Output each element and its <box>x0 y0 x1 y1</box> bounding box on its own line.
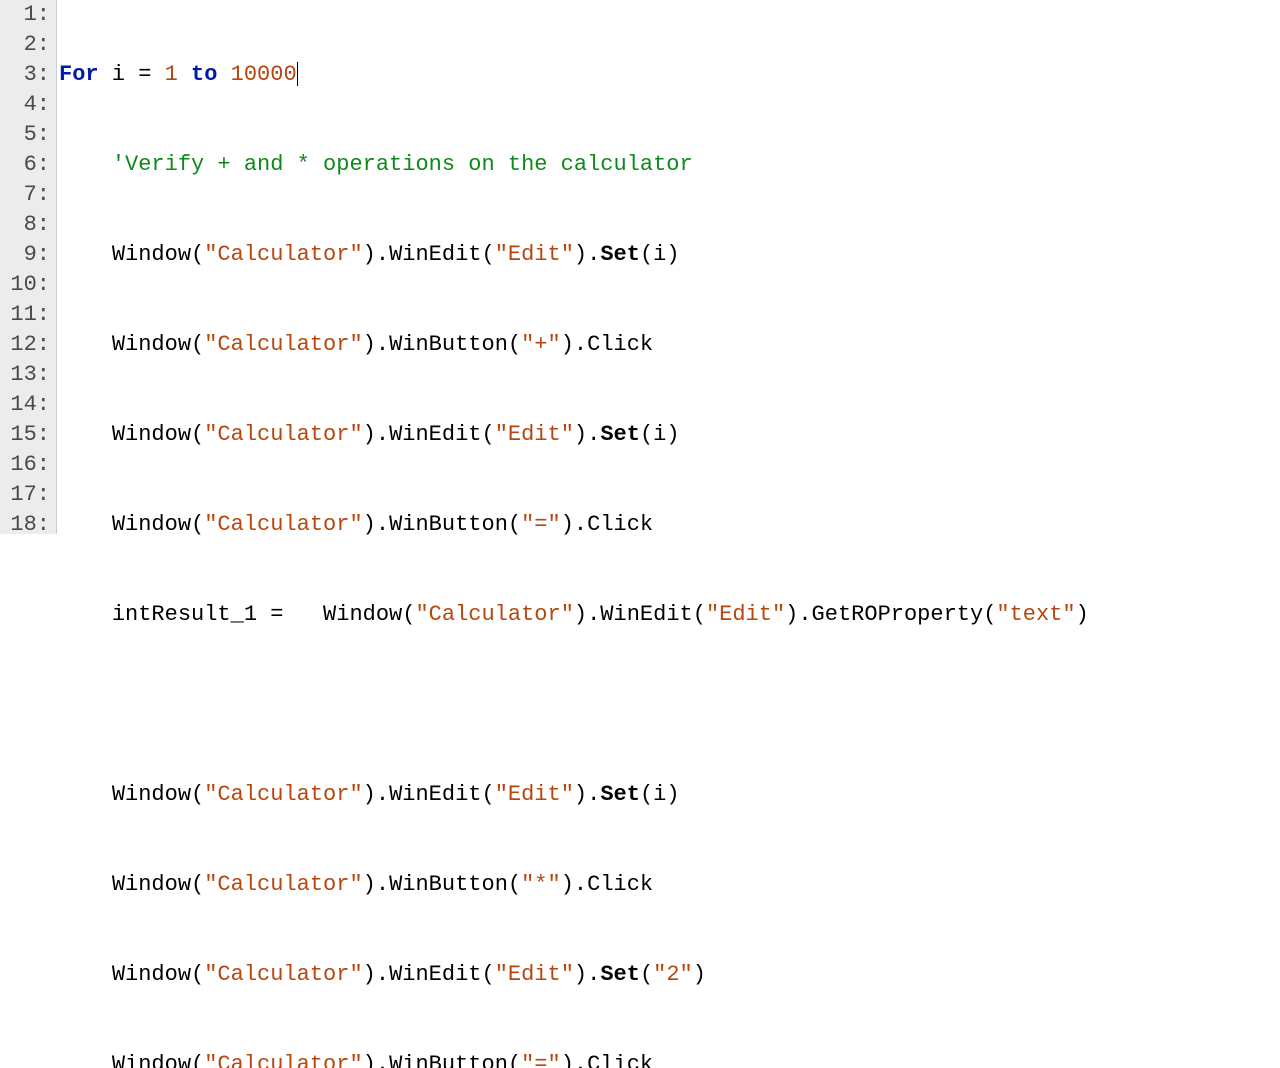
string-literal: "Calculator" <box>204 512 362 537</box>
string-literal: "Edit" <box>495 782 574 807</box>
method-name: Set <box>600 242 640 267</box>
code-text <box>178 62 191 87</box>
string-literal: "Calculator" <box>204 422 362 447</box>
line-number: 2: <box>2 30 50 60</box>
code-text: ).WinEdit( <box>363 962 495 987</box>
code-text: ).Click <box>561 512 653 537</box>
code-text: ).Click <box>561 872 653 897</box>
string-literal: "Calculator" <box>204 872 362 897</box>
code-text: ).WinButton( <box>363 512 521 537</box>
code-text: ).GetROProperty( <box>785 602 996 627</box>
string-literal: "Calculator" <box>204 962 362 987</box>
string-literal: "Calculator" <box>204 1052 362 1068</box>
code-line[interactable]: Window("Calculator").WinButton("=").Clic… <box>59 510 1247 540</box>
code-text: ). <box>574 242 600 267</box>
code-text: i = <box>99 62 165 87</box>
line-number: 3: <box>2 60 50 90</box>
code-line[interactable]: For i = 1 to 10000 <box>59 60 1247 90</box>
line-number: 14: <box>2 390 50 420</box>
string-literal: "Calculator" <box>204 242 362 267</box>
code-text: ).WinButton( <box>363 1052 521 1068</box>
string-literal: "Edit" <box>495 962 574 987</box>
line-number: 9: <box>2 240 50 270</box>
line-number: 10: <box>2 270 50 300</box>
code-text: ). <box>574 422 600 447</box>
code-text: ) <box>1076 602 1089 627</box>
code-text: (i) <box>640 242 680 267</box>
code-text: intResult_1 = Window( <box>112 602 416 627</box>
code-text: ).WinEdit( <box>363 242 495 267</box>
code-line[interactable]: Window("Calculator").WinEdit("Edit").Set… <box>59 780 1247 810</box>
line-number: 8: <box>2 210 50 240</box>
line-number: 17: <box>2 480 50 510</box>
line-number: 5: <box>2 120 50 150</box>
code-area[interactable]: For i = 1 to 10000 'Verify + and * opera… <box>57 0 1247 534</box>
code-line[interactable]: Window("Calculator").WinButton("*").Clic… <box>59 870 1247 900</box>
code-text: ).WinButton( <box>363 872 521 897</box>
string-literal: "=" <box>521 1052 561 1068</box>
line-number: 18: <box>2 510 50 540</box>
code-text: ).WinButton( <box>363 332 521 357</box>
code-line[interactable]: 'Verify + and * operations on the calcul… <box>59 150 1247 180</box>
code-text: ).Click <box>561 1052 653 1068</box>
line-number: 7: <box>2 180 50 210</box>
method-name: Set <box>600 962 640 987</box>
method-name: Set <box>600 422 640 447</box>
string-literal: "Calculator" <box>204 332 362 357</box>
code-line[interactable]: Window("Calculator").WinEdit("Edit").Set… <box>59 960 1247 990</box>
code-text: Window( <box>112 422 204 447</box>
code-text: Window( <box>112 512 204 537</box>
code-text: ( <box>640 962 653 987</box>
code-line[interactable]: Window("Calculator").WinEdit("Edit").Set… <box>59 240 1247 270</box>
string-literal: "Edit" <box>495 422 574 447</box>
line-number: 4: <box>2 90 50 120</box>
code-text: Window( <box>112 782 204 807</box>
code-line[interactable]: Window("Calculator").WinButton("+").Clic… <box>59 330 1247 360</box>
code-text: ). <box>574 782 600 807</box>
method-name: Set <box>600 782 640 807</box>
keyword: to <box>191 62 217 87</box>
line-number: 16: <box>2 450 50 480</box>
code-text: (i) <box>640 782 680 807</box>
code-line[interactable]: Window("Calculator").WinButton("=").Clic… <box>59 1050 1247 1068</box>
code-text: ).WinEdit( <box>363 422 495 447</box>
string-literal: "+" <box>521 332 561 357</box>
code-text: ) <box>693 962 706 987</box>
line-number: 13: <box>2 360 50 390</box>
text-cursor <box>297 62 298 86</box>
code-text: ).Click <box>561 332 653 357</box>
code-text: Window( <box>112 242 204 267</box>
line-number-gutter: 1: 2: 3: 4: 5: 6: 7: 8: 9: 10: 11: 12: 1… <box>0 0 57 534</box>
code-line[interactable]: intResult_1 = Window("Calculator").WinEd… <box>59 600 1247 630</box>
line-number: 11: <box>2 300 50 330</box>
number-literal: 10000 <box>231 62 297 87</box>
code-text: Window( <box>112 962 204 987</box>
code-text: Window( <box>112 872 204 897</box>
code-line[interactable] <box>59 690 1247 720</box>
line-number: 15: <box>2 420 50 450</box>
code-text: ). <box>574 962 600 987</box>
keyword: For <box>59 62 99 87</box>
code-line[interactable]: Window("Calculator").WinEdit("Edit").Set… <box>59 420 1247 450</box>
code-text: (i) <box>640 422 680 447</box>
line-number: 12: <box>2 330 50 360</box>
string-literal: "2" <box>653 962 693 987</box>
comment: 'Verify + and * operations on the calcul… <box>112 152 693 177</box>
code-text: Window( <box>112 332 204 357</box>
code-text: ).WinEdit( <box>363 782 495 807</box>
string-literal: "*" <box>521 872 561 897</box>
code-text <box>217 62 230 87</box>
string-literal: "Edit" <box>706 602 785 627</box>
line-number: 1: <box>2 0 50 30</box>
string-literal: "text" <box>996 602 1075 627</box>
string-literal: "=" <box>521 512 561 537</box>
string-literal: "Calculator" <box>204 782 362 807</box>
line-number: 6: <box>2 150 50 180</box>
code-editor[interactable]: 1: 2: 3: 4: 5: 6: 7: 8: 9: 10: 11: 12: 1… <box>0 0 1280 534</box>
code-text: ).WinEdit( <box>574 602 706 627</box>
code-text: Window( <box>112 1052 204 1068</box>
string-literal: "Calculator" <box>415 602 573 627</box>
number-literal: 1 <box>165 62 178 87</box>
string-literal: "Edit" <box>495 242 574 267</box>
